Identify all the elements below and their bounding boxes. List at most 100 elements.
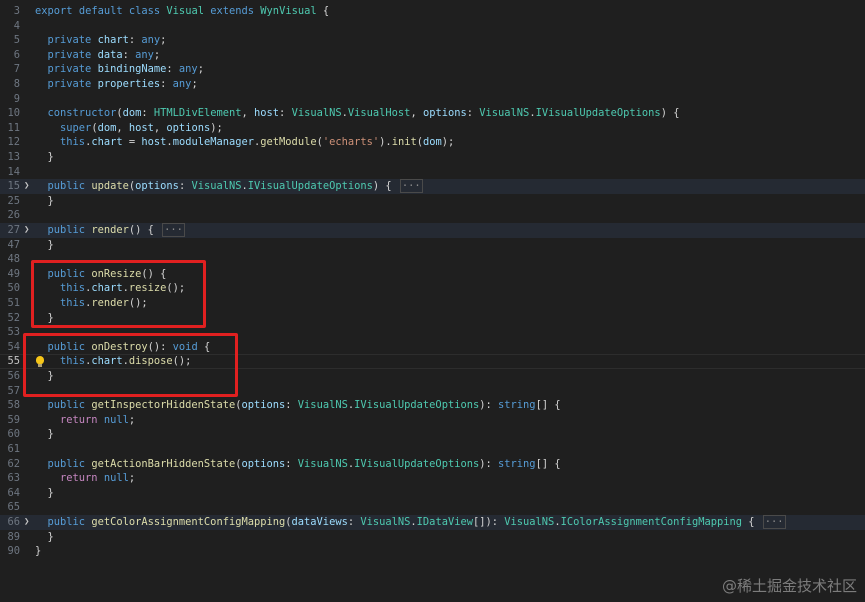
code-line[interactable]: 13 } xyxy=(0,150,865,165)
line-number: 60 xyxy=(7,428,20,441)
line-number: 55 xyxy=(7,355,20,368)
code-text: constructor(dom: HTMLDivElement, host: V… xyxy=(47,107,680,120)
code-text: public onResize() { xyxy=(47,267,167,280)
code-text: } xyxy=(35,530,54,543)
code-line[interactable]: 47 } xyxy=(0,238,865,253)
line-number: 64 xyxy=(7,486,20,499)
line-number: 58 xyxy=(7,399,20,412)
fold-ellipsis[interactable]: ··· xyxy=(762,515,786,529)
code-text: return null; xyxy=(60,472,136,485)
code-text: } xyxy=(35,428,54,441)
code-line[interactable]: 54 public onDestroy(): void { xyxy=(0,340,865,355)
code-line[interactable]: 48 xyxy=(0,252,865,267)
code-line[interactable]: 26 xyxy=(0,208,865,223)
line-number: 25 xyxy=(7,194,20,207)
chevron-right-icon[interactable]: ❯ xyxy=(24,223,29,238)
code-line[interactable]: 63 return null; xyxy=(0,471,865,486)
code-text: this.chart.resize(); xyxy=(60,282,186,295)
code-text: this.chart = host.moduleManager.getModul… xyxy=(60,136,455,149)
code-line[interactable]: 9 xyxy=(0,92,865,107)
code-line[interactable]: 27 ❯ public render() { ··· xyxy=(0,223,865,238)
code-line[interactable]: 6 private data: any; xyxy=(0,48,865,63)
code-line[interactable]: 7 private bindingName: any; xyxy=(0,62,865,77)
line-number: 89 xyxy=(7,530,20,543)
code-line[interactable]: 12 this.chart = host.moduleManager.getMo… xyxy=(0,135,865,150)
line-number: 11 xyxy=(7,121,20,134)
line-number: 47 xyxy=(7,238,20,251)
code-line[interactable]: 3 export default class Visual extends Wyn… xyxy=(0,4,865,19)
code-text: public render() { ··· xyxy=(47,223,185,237)
code-line[interactable]: 14 xyxy=(0,165,865,180)
code-text: this.chart.dispose(); xyxy=(60,355,192,368)
code-line[interactable]: 10 constructor(dom: HTMLDivElement, host… xyxy=(0,106,865,121)
line-number: 59 xyxy=(7,413,20,426)
line-number: 5 xyxy=(13,34,20,47)
code-text: public getColorAssignmentConfigMapping(d… xyxy=(47,515,786,529)
code-line[interactable]: 53 xyxy=(0,325,865,340)
code-line[interactable]: 61 xyxy=(0,442,865,457)
chevron-right-icon[interactable]: ❯ xyxy=(24,179,29,194)
line-number: 26 xyxy=(7,209,20,222)
code-text: public getActionBarHiddenState(options: … xyxy=(47,457,561,470)
line-number: 3 xyxy=(13,5,20,17)
code-line[interactable]: 4 xyxy=(0,19,865,34)
line-number: 52 xyxy=(7,311,20,324)
code-line[interactable]: 60 } xyxy=(0,427,865,442)
code-line[interactable]: 15 ❯ public update(options: VisualNS.IVis… xyxy=(0,179,865,194)
code-text: private properties: any; xyxy=(47,78,198,90)
line-number: 65 xyxy=(7,501,20,514)
code-text: } xyxy=(35,311,54,324)
code-line[interactable]: 52 } xyxy=(0,311,865,326)
code-text: public getInspectorHiddenState(options: … xyxy=(47,399,561,412)
code-text: this.render(); xyxy=(60,297,148,309)
line-number: 90 xyxy=(7,545,20,558)
code-line[interactable]: 89 } xyxy=(0,530,865,545)
line-number: 56 xyxy=(7,370,20,382)
chevron-right-icon[interactable]: ❯ xyxy=(24,515,29,530)
code-text: return null; xyxy=(60,413,136,426)
code-line[interactable]: 62 public getActionBarHiddenState(option… xyxy=(0,457,865,472)
code-line[interactable]: 58 public getInspectorHiddenState(option… xyxy=(0,398,865,413)
watermark: @稀土掘金技术社区 xyxy=(721,577,857,595)
code-line[interactable]: 55 this.chart.dispose(); xyxy=(0,354,865,369)
line-number: 10 xyxy=(7,107,20,120)
code-line[interactable]: 59 return null; xyxy=(0,413,865,428)
line-number: 12 xyxy=(7,136,20,149)
code-line[interactable]: 25 } xyxy=(0,194,865,209)
code-line[interactable]: 8 private properties: any; xyxy=(0,77,865,92)
line-number: 6 xyxy=(13,48,20,61)
code-line[interactable]: 5 private chart: any; xyxy=(0,33,865,48)
line-number: 15 xyxy=(7,180,20,193)
code-line[interactable]: 65 xyxy=(0,500,865,515)
code-text: public update(options: VisualNS.IVisualU… xyxy=(47,179,423,194)
line-number: 66 xyxy=(7,516,20,528)
code-text: } xyxy=(35,545,42,558)
line-number: 48 xyxy=(7,253,20,266)
line-number: 9 xyxy=(13,92,20,105)
line-number: 61 xyxy=(7,443,20,455)
line-number: 49 xyxy=(7,267,20,280)
code-line[interactable]: 51 this.render(); xyxy=(0,296,865,311)
line-number: 62 xyxy=(7,457,20,470)
code-editor[interactable]: 3 export default class Visual extends Wyn… xyxy=(0,0,865,602)
code-line[interactable]: 50 this.chart.resize(); xyxy=(0,281,865,296)
line-number: 13 xyxy=(7,151,20,163)
code-line[interactable]: 90} xyxy=(0,544,865,559)
code-line[interactable]: 64 } xyxy=(0,486,865,501)
code-text: private data: any; xyxy=(47,48,161,61)
code-line[interactable]: 49 public onResize() { xyxy=(0,267,865,282)
code-line[interactable]: 57 xyxy=(0,384,865,399)
line-number: 14 xyxy=(7,165,20,178)
code-line[interactable]: 56 } xyxy=(0,369,865,384)
code-text: private bindingName: any; xyxy=(47,63,204,76)
code-text: public onDestroy(): void { xyxy=(47,340,211,353)
code-text: } xyxy=(35,486,54,499)
line-number: 50 xyxy=(7,282,20,295)
fold-ellipsis[interactable]: ··· xyxy=(162,223,185,237)
line-number: 51 xyxy=(7,297,20,309)
fold-ellipsis[interactable]: ··· xyxy=(399,179,423,194)
code-line[interactable]: 66 ❯ public getColorAssignmentConfigMappi… xyxy=(0,515,865,530)
line-number: 53 xyxy=(7,326,20,339)
code-line[interactable]: 11 super(dom, host, options); xyxy=(0,121,865,136)
line-number: 7 xyxy=(13,63,20,76)
